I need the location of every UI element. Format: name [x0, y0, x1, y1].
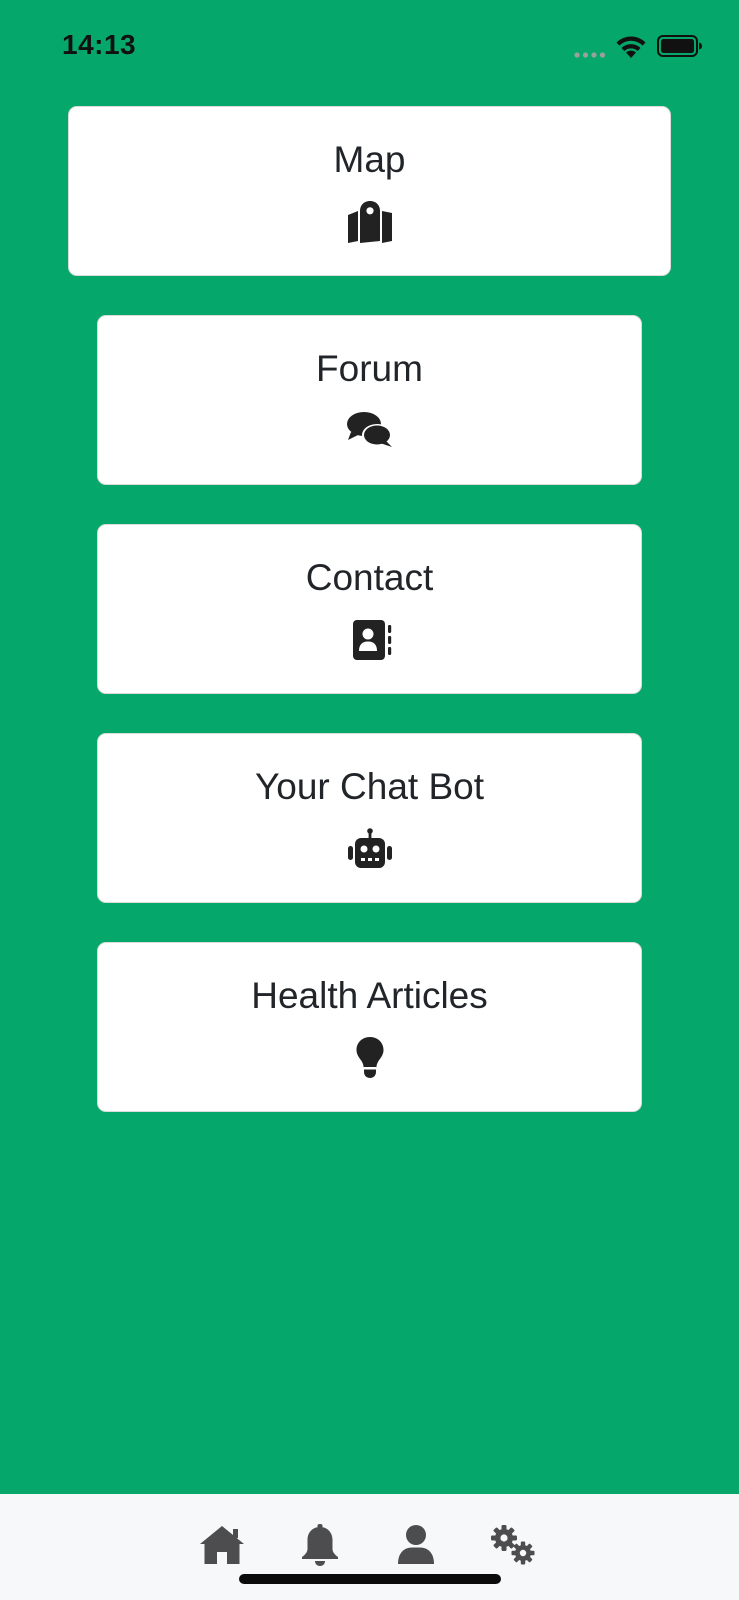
map-card[interactable]: Map — [68, 106, 671, 276]
map-location-icon — [347, 201, 392, 243]
comments-icon — [346, 412, 392, 447]
chat-bot-card-label: Your Chat Bot — [254, 766, 484, 807]
tab-bar — [0, 1494, 739, 1600]
contact-card-label: Contact — [305, 557, 434, 598]
status-time: 14:13 — [62, 29, 137, 60]
chat-bot-card[interactable]: Your Chat Bot — [97, 733, 642, 903]
map-card-label: Map — [333, 139, 406, 180]
forum-card[interactable]: Forum — [97, 315, 642, 485]
status-bar: 14:13 — [0, 0, 739, 95]
home-icon[interactable] — [198, 1524, 246, 1566]
user-icon[interactable] — [392, 1524, 440, 1566]
address-book-icon — [352, 620, 391, 660]
robot-icon — [347, 828, 392, 868]
gears-icon[interactable] — [489, 1524, 537, 1566]
cellular-signal-icon — [574, 52, 606, 58]
wifi-icon — [616, 36, 646, 58]
battery-icon — [657, 35, 702, 57]
home-indicator — [239, 1574, 501, 1584]
contact-card[interactable]: Contact — [97, 524, 642, 694]
bell-icon[interactable] — [296, 1524, 344, 1566]
health-articles-card[interactable]: Health Articles — [97, 942, 642, 1112]
lightbulb-icon — [356, 1037, 383, 1078]
health-articles-card-label: Health Articles — [251, 975, 488, 1016]
forum-card-label: Forum — [316, 348, 423, 389]
